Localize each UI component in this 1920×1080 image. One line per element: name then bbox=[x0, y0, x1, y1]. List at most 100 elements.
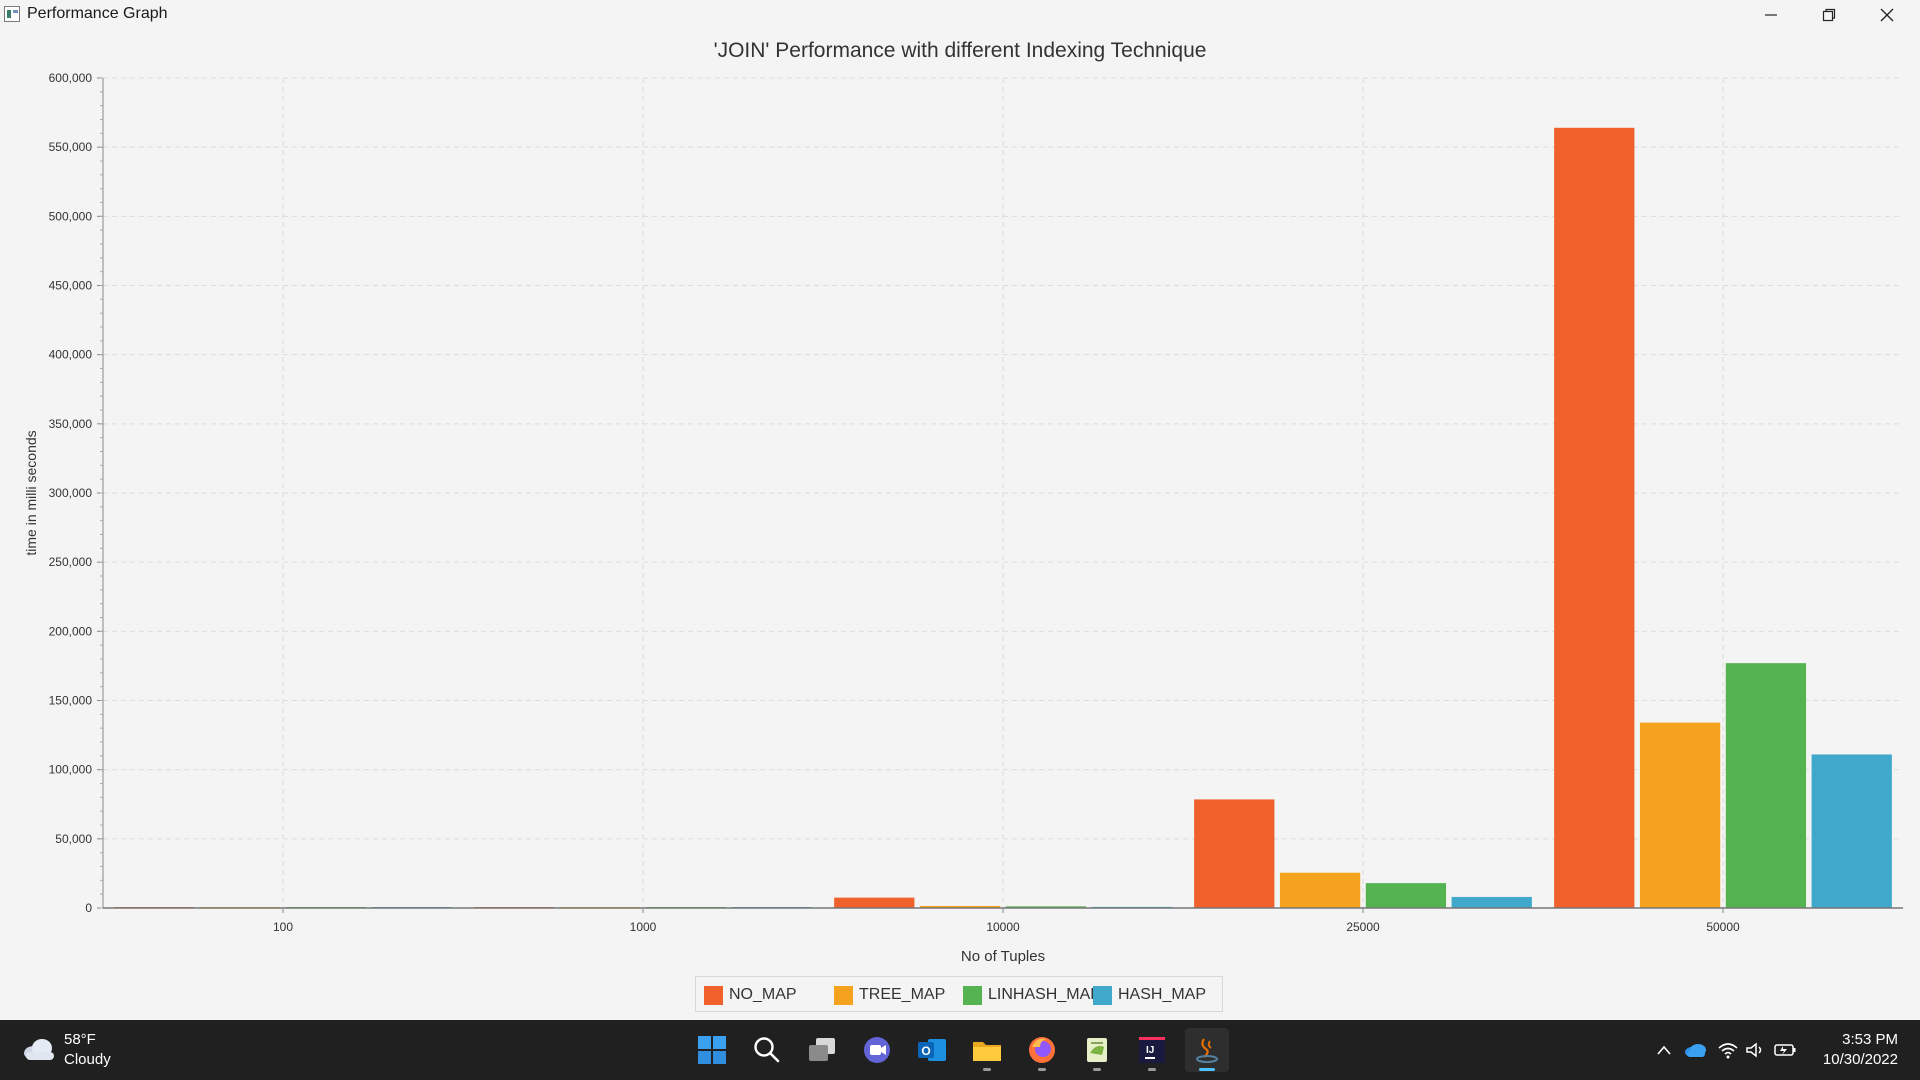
svg-text:IJ: IJ bbox=[1146, 1045, 1154, 1056]
restore-button[interactable] bbox=[1800, 0, 1858, 30]
folder-icon bbox=[973, 1042, 1001, 1061]
windows-start-icon bbox=[698, 1036, 726, 1064]
bar bbox=[1639, 722, 1721, 908]
x-tick-label: 50000 bbox=[1706, 920, 1740, 934]
bar bbox=[1279, 872, 1361, 908]
legend-swatch-no-map bbox=[704, 985, 723, 1005]
legend-swatch-hash-map bbox=[1093, 985, 1112, 1005]
onedrive-button[interactable] bbox=[1682, 1038, 1708, 1062]
window-title: Performance Graph bbox=[27, 5, 168, 22]
y-tick-label: 450,000 bbox=[49, 279, 93, 293]
java-app-button[interactable] bbox=[1185, 1028, 1229, 1072]
legend-swatch-tree-map bbox=[834, 985, 853, 1005]
outlook-icon: O bbox=[918, 1039, 946, 1061]
y-tick-label: 400,000 bbox=[49, 348, 93, 362]
y-tick-label: 50,000 bbox=[55, 832, 92, 846]
onedrive-icon bbox=[1685, 1044, 1706, 1057]
y-axis-label: time in milli seconds bbox=[23, 430, 39, 555]
svg-text:O: O bbox=[921, 1044, 930, 1058]
volume-icon bbox=[1746, 1042, 1762, 1058]
java-app-icon bbox=[1196, 1038, 1218, 1063]
notepad-plus-button[interactable] bbox=[1075, 1028, 1119, 1072]
app-icon bbox=[4, 6, 20, 22]
y-tick-label: 350,000 bbox=[49, 417, 93, 431]
chart-legend: NO_MAP TREE_MAP LINHASH_MAP HASH_MAP bbox=[695, 976, 1223, 1012]
legend-swatch-linhash-map bbox=[963, 985, 982, 1005]
y-tick-label: 550,000 bbox=[49, 140, 93, 154]
y-tick-label: 300,000 bbox=[49, 486, 93, 500]
intellij-button[interactable]: IJ bbox=[1130, 1028, 1174, 1072]
teams-chat-button[interactable] bbox=[855, 1028, 899, 1072]
bar bbox=[1811, 754, 1892, 908]
y-tick-label: 100,000 bbox=[49, 763, 93, 777]
x-axis-ticks: 100 1000 10000 25000 50000 bbox=[273, 908, 1740, 934]
running-indicator bbox=[983, 1068, 991, 1071]
title-bar: Performance Graph bbox=[0, 0, 1920, 30]
y-tick-label: 250,000 bbox=[49, 555, 93, 569]
clock-time: 3:53 PM bbox=[1842, 1031, 1898, 1048]
legend-label-tree-map: TREE_MAP bbox=[859, 986, 946, 1003]
legend-item-linhash-map: LINHASH_MAP bbox=[963, 977, 1101, 1013]
bar bbox=[834, 897, 915, 908]
active-indicator bbox=[1199, 1068, 1215, 1071]
firefox-icon bbox=[1029, 1037, 1055, 1063]
chart-area: 'JOIN' Performance with different Indexi… bbox=[0, 30, 1920, 1020]
close-icon bbox=[1880, 8, 1894, 22]
start-button[interactable] bbox=[690, 1028, 734, 1072]
volume-button[interactable] bbox=[1744, 1038, 1768, 1062]
task-view-button[interactable] bbox=[800, 1028, 844, 1072]
minimize-button[interactable] bbox=[1742, 0, 1800, 30]
y-tick-label: 150,000 bbox=[49, 694, 93, 708]
x-tick-label: 100 bbox=[273, 920, 293, 934]
clock-date: 10/30/2022 bbox=[1822, 1051, 1898, 1068]
y-tick-label: 600,000 bbox=[49, 71, 93, 85]
y-tick-label: 0 bbox=[85, 901, 92, 915]
legend-label-hash-map: HASH_MAP bbox=[1118, 986, 1207, 1003]
outlook-button[interactable]: O bbox=[910, 1028, 954, 1072]
wifi-icon bbox=[1718, 1043, 1738, 1059]
x-tick-label: 10000 bbox=[986, 920, 1020, 934]
weather-condition: Cloudy bbox=[64, 1051, 111, 1068]
network-button[interactable] bbox=[1716, 1038, 1740, 1062]
show-hidden-icons-button[interactable] bbox=[1654, 1038, 1674, 1062]
bar bbox=[1365, 883, 1447, 908]
y-tick-label: 500,000 bbox=[49, 209, 93, 223]
chevron-up-icon bbox=[1657, 1045, 1671, 1055]
x-axis-label: No of Tuples bbox=[961, 948, 1045, 965]
bar bbox=[1725, 663, 1807, 908]
y-axis-ticks: 0 50,000 100,000 150,000 200,000 250,000 300,0… bbox=[49, 71, 103, 915]
firefox-button[interactable] bbox=[1020, 1028, 1064, 1072]
teams-chat-icon bbox=[864, 1037, 890, 1063]
taskbar: 58°F Cloudy O IJ 3:53 PM 10/30/2022 bbox=[0, 1020, 1920, 1080]
cloud-icon bbox=[24, 1039, 54, 1060]
task-view-icon bbox=[809, 1038, 835, 1061]
running-indicator bbox=[1038, 1068, 1046, 1071]
restore-icon bbox=[1822, 8, 1836, 22]
bar-chart: 'JOIN' Performance with different Indexi… bbox=[23, 39, 1903, 965]
running-indicator bbox=[1093, 1068, 1101, 1071]
legend-label-linhash-map: LINHASH_MAP bbox=[988, 986, 1101, 1003]
bar bbox=[1554, 127, 1635, 909]
search-icon bbox=[754, 1037, 780, 1063]
minimize-icon bbox=[1765, 14, 1777, 16]
notepad-icon bbox=[1087, 1038, 1107, 1062]
search-button[interactable] bbox=[745, 1028, 789, 1072]
close-button[interactable] bbox=[1858, 0, 1916, 30]
legend-label-no-map: NO_MAP bbox=[729, 986, 797, 1003]
bar bbox=[1451, 896, 1532, 908]
intellij-icon: IJ bbox=[1139, 1037, 1165, 1063]
battery-button[interactable] bbox=[1772, 1038, 1798, 1062]
legend-item-no-map: NO_MAP bbox=[704, 977, 797, 1013]
legend-item-tree-map: TREE_MAP bbox=[834, 977, 945, 1013]
battery-icon bbox=[1774, 1044, 1796, 1056]
legend-item-hash-map: HASH_MAP bbox=[1093, 977, 1206, 1013]
system-clock[interactable]: 3:53 PM 10/30/2022 bbox=[1823, 1030, 1898, 1070]
x-tick-label: 25000 bbox=[1346, 920, 1380, 934]
chart-title: 'JOIN' Performance with different Indexi… bbox=[714, 39, 1207, 62]
bar bbox=[1194, 799, 1275, 908]
y-tick-label: 200,000 bbox=[49, 624, 93, 638]
file-explorer-button[interactable] bbox=[965, 1028, 1009, 1072]
x-tick-label: 1000 bbox=[630, 920, 657, 934]
weather-temperature: 58°F bbox=[64, 1031, 96, 1048]
running-indicator bbox=[1148, 1068, 1156, 1071]
